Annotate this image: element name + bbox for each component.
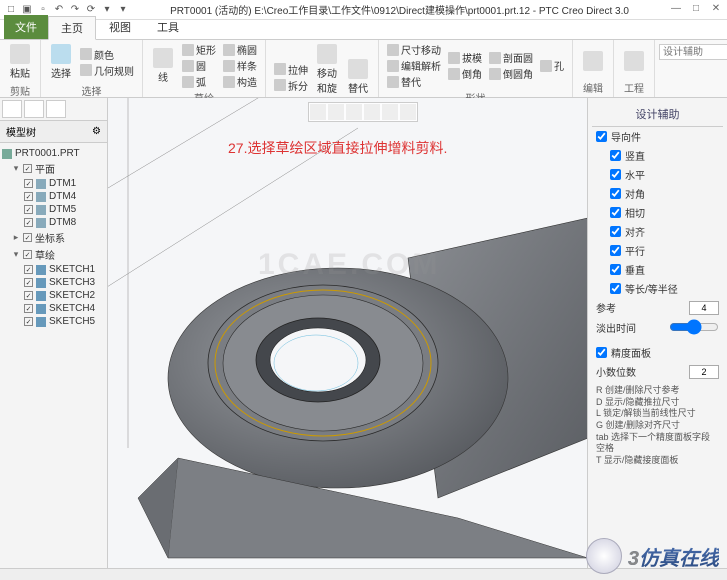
- rect-button[interactable]: 矩形: [180, 42, 218, 57]
- decimal-row: 小数位数: [592, 362, 723, 381]
- edit-analysis-button[interactable]: 编辑解析: [385, 58, 443, 73]
- footer-overlay: 3仿真在线: [586, 538, 719, 574]
- tab-tools[interactable]: 工具: [144, 15, 192, 39]
- tree-group-datum[interactable]: ▾✓平面: [2, 160, 105, 177]
- tab-file[interactable]: 文件: [4, 15, 48, 39]
- tree-item[interactable]: ✓SKETCH1: [2, 263, 105, 276]
- fade-row: 淡出时间: [592, 317, 723, 337]
- decimal-spinner[interactable]: [689, 365, 719, 379]
- line-button[interactable]: 线: [149, 46, 177, 86]
- project-button[interactable]: [620, 49, 648, 73]
- brand-badge-icon: [586, 538, 622, 574]
- guide-vertical[interactable]: 竖直: [592, 146, 723, 165]
- work-area: 模型树 ⚙ PRT0001.PRT ▾✓平面 ✓DTM1 ✓DTM4 ✓DTM5…: [0, 98, 727, 568]
- arc-button[interactable]: 弧: [180, 74, 218, 89]
- model-tree: PRT0001.PRT ▾✓平面 ✓DTM1 ✓DTM4 ✓DTM5 ✓DTM8…: [0, 143, 107, 332]
- replace-shape-button[interactable]: 替代: [385, 74, 443, 89]
- window-title: PRT0001 (活动的) E:\Creo工作目录\工作文件\0912\Dire…: [130, 2, 669, 17]
- edit-button[interactable]: [579, 49, 607, 73]
- keyboard-hints: R 创建/删除尺寸参考 D 显示/隐藏推拉尺寸 L 锁定/解锁当前线性尺寸 G …: [592, 381, 723, 471]
- tree-root[interactable]: PRT0001.PRT: [2, 147, 105, 160]
- paste-button[interactable]: 粘贴: [6, 42, 34, 82]
- tree-item[interactable]: ✓DTM1: [2, 177, 105, 190]
- ellipse-button[interactable]: 椭圆: [221, 42, 259, 57]
- minimize-button[interactable]: —: [669, 3, 683, 17]
- left-tab-1[interactable]: [2, 100, 22, 118]
- params-row: 参考: [592, 298, 723, 317]
- chamfer-button[interactable]: 倒角: [446, 66, 484, 81]
- tree-settings-icon[interactable]: ⚙: [92, 126, 101, 137]
- window-controls: — □ ✕: [669, 3, 723, 17]
- guides-group-check[interactable]: 导向件: [592, 127, 723, 146]
- guide-perpendicular[interactable]: 垂直: [592, 260, 723, 279]
- ribbon-group-edit: 编辑: [573, 40, 614, 97]
- annotation-text: 27.选择草绘区域直接拉伸增料剪料.: [228, 138, 447, 158]
- draft-button[interactable]: 拔模: [446, 50, 484, 65]
- tab-home[interactable]: 主页: [48, 16, 96, 40]
- select-button[interactable]: 选择: [47, 42, 75, 82]
- undo-icon[interactable]: ↶: [52, 3, 66, 17]
- split-button[interactable]: 拆分: [272, 78, 310, 93]
- left-tab-3[interactable]: [46, 100, 66, 118]
- ribbon-search: [655, 40, 727, 97]
- search-input[interactable]: [659, 44, 727, 60]
- tree-group-sketch[interactable]: ▾✓草绘: [2, 246, 105, 263]
- ribbon-group-select: 选择 颜色 几何规则 选择: [41, 40, 143, 97]
- ribbon-group-project: 工程: [614, 40, 655, 97]
- brand-text: 3仿真在线: [628, 542, 719, 571]
- tree-item[interactable]: ✓DTM4: [2, 190, 105, 203]
- params-spinner[interactable]: [689, 301, 719, 315]
- tab-view[interactable]: 视图: [96, 15, 144, 39]
- tree-item[interactable]: ✓DTM5: [2, 203, 105, 216]
- ribbon-group-shape: 尺寸移动 编辑解析 替代 拔模 倒角 剖面圆 倒圆角 孔 形状: [379, 40, 573, 97]
- guide-align[interactable]: 对齐: [592, 222, 723, 241]
- design-aid-panel: 设计辅助 导向件 竖直 水平 对角 相切 对齐 平行 垂直 等长/等半径 参考 …: [587, 98, 727, 568]
- left-tab-2[interactable]: [24, 100, 44, 118]
- tree-header: 模型树 ⚙: [0, 121, 107, 143]
- tree-item[interactable]: ✓DTM8: [2, 216, 105, 229]
- ribbon-tabs: 文件 主页 视图 工具: [0, 20, 727, 40]
- redo-icon[interactable]: ↷: [68, 3, 82, 17]
- circle-button[interactable]: 圆: [180, 58, 218, 73]
- tree-item[interactable]: ✓SKETCH2: [2, 289, 105, 302]
- right-panel-title: 设计辅助: [592, 102, 723, 127]
- precision-group-check[interactable]: 精度面板: [592, 343, 723, 362]
- guide-tangent[interactable]: 相切: [592, 203, 723, 222]
- graphics-canvas[interactable]: 27.选择草绘区域直接拉伸增料剪料. 1CAE.COM: [108, 98, 587, 568]
- ribbon-group-sketch: 线 矩形 圆 弧 椭圆 样条 构造 草绘: [143, 40, 266, 97]
- geom-rule-button[interactable]: 几何规则: [78, 63, 136, 78]
- guide-parallel[interactable]: 平行: [592, 241, 723, 260]
- dim-move-button[interactable]: 尺寸移动: [385, 42, 443, 57]
- model-view: [108, 98, 587, 568]
- tree-item[interactable]: ✓SKETCH4: [2, 302, 105, 315]
- maximize-button[interactable]: □: [689, 3, 703, 17]
- tree-item[interactable]: ✓SKETCH5: [2, 315, 105, 328]
- guide-equal[interactable]: 等长/等半径: [592, 279, 723, 298]
- tree-group-coord[interactable]: ▸✓坐标系: [2, 229, 105, 246]
- ribbon-group-clipboard: 粘贴 剪贴板: [0, 40, 41, 97]
- color-button[interactable]: 颜色: [78, 47, 136, 62]
- hole-button[interactable]: 孔: [538, 58, 566, 73]
- model-tree-panel: 模型树 ⚙ PRT0001.PRT ▾✓平面 ✓DTM1 ✓DTM4 ✓DTM5…: [0, 98, 108, 568]
- tree-item[interactable]: ✓SKETCH3: [2, 276, 105, 289]
- left-panel-tabs: [0, 98, 107, 121]
- replace-button[interactable]: 替代: [344, 57, 372, 97]
- extrude-button[interactable]: 拉伸: [272, 62, 310, 77]
- fade-slider[interactable]: [669, 319, 719, 335]
- watermark: 1CAE.COM: [258, 248, 440, 282]
- spline-button[interactable]: 样条: [221, 58, 259, 73]
- guide-horizontal[interactable]: 水平: [592, 165, 723, 184]
- section-round-button[interactable]: 剖面圆: [487, 50, 535, 65]
- construct-button[interactable]: 构造: [221, 74, 259, 89]
- guide-diagonal[interactable]: 对角: [592, 184, 723, 203]
- ribbon-group-edit-sketch: 拉伸 拆分 移动和旋转 替代 编辑草绘: [266, 40, 379, 97]
- ribbon: 粘贴 剪贴板 选择 颜色 几何规则 选择 线 矩形 圆 弧 椭圆 样条 构造: [0, 40, 727, 98]
- round-button[interactable]: 倒圆角: [487, 66, 535, 81]
- close-button[interactable]: ✕: [709, 3, 723, 17]
